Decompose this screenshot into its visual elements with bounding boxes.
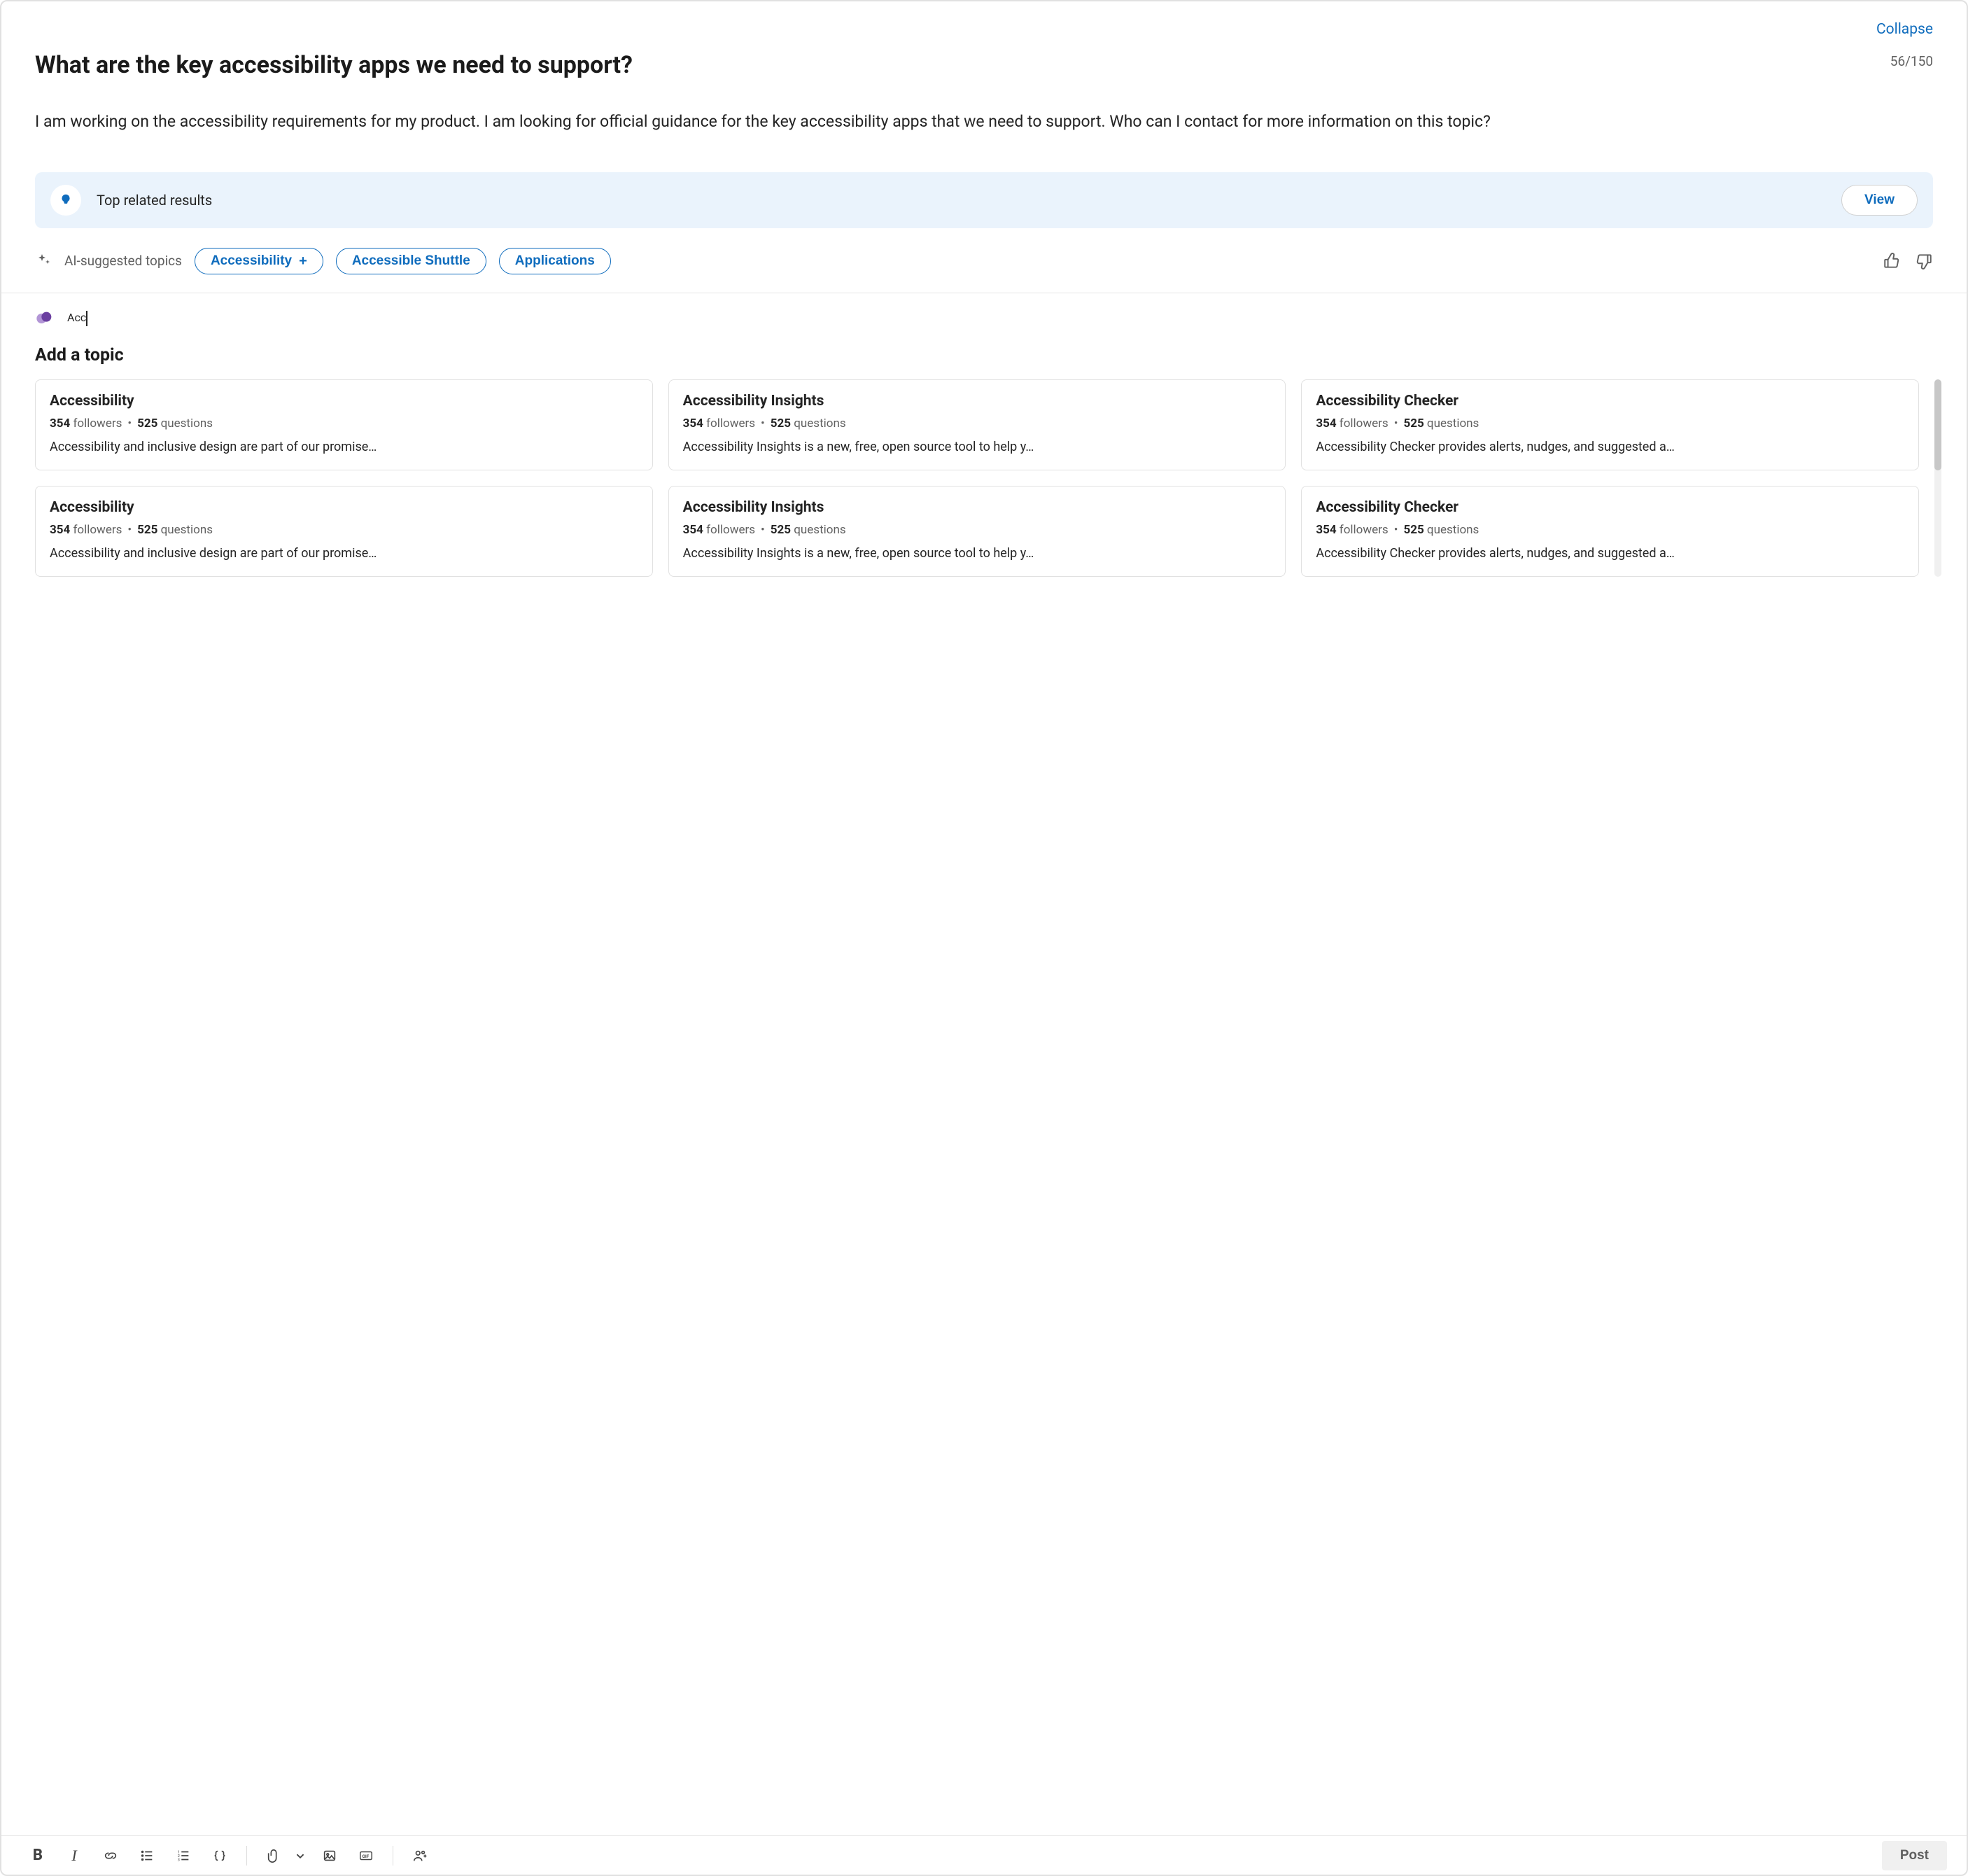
card-title: Accessibility Checker <box>1316 393 1904 410</box>
related-results-label: Top related results <box>97 192 1826 209</box>
card-title: Accessibility Checker <box>1316 499 1904 516</box>
bullet-list-button[interactable] <box>130 1842 164 1870</box>
topic-card[interactable]: Accessibility Checker 354 followers•525 q… <box>1301 486 1919 577</box>
thumbs-down-icon[interactable] <box>1915 252 1933 270</box>
chip-label: Accessible Shuttle <box>352 253 470 269</box>
svg-text:GIF: GIF <box>363 1853 370 1858</box>
mention-people-button[interactable] <box>403 1842 437 1870</box>
card-description: Accessibility Checker provides alerts, n… <box>1316 545 1904 562</box>
attach-button[interactable] <box>257 1842 290 1870</box>
char-counter: 56/150 <box>1869 50 1933 69</box>
related-results-bar: Top related results View <box>35 172 1933 228</box>
numbered-list-button[interactable]: 123 <box>167 1842 200 1870</box>
question-body[interactable]: I am working on the accessibility requir… <box>35 110 1933 133</box>
content-area: Collapse What are the key accessibility … <box>1 1 1967 1821</box>
code-block-button[interactable] <box>203 1842 237 1870</box>
italic-button[interactable]: I <box>57 1842 91 1870</box>
topic-card[interactable]: Accessibility Insights 354 followers•525 … <box>668 379 1286 470</box>
card-meta: 354 followers•525 questions <box>50 416 638 430</box>
ai-chip-accessibility[interactable]: Accessibility + <box>195 248 323 274</box>
topic-tag-icon <box>35 309 55 328</box>
question-title[interactable]: What are the key accessibility apps we n… <box>35 50 633 80</box>
toolbar-separator <box>246 1846 247 1865</box>
title-row: What are the key accessibility apps we n… <box>35 50 1933 80</box>
card-meta: 354 followers•525 questions <box>1316 523 1904 537</box>
topic-input-row: Acc <box>35 309 1933 328</box>
ai-suggested-label: AI-suggested topics <box>64 253 182 269</box>
card-title: Accessibility Insights <box>683 499 1272 516</box>
topic-card[interactable]: Accessibility Checker 354 followers•525 q… <box>1301 379 1919 470</box>
editor-toolbar: B I 123 GIF <box>1 1835 1967 1875</box>
topic-card[interactable]: Accessibility 354 followers•525 questions… <box>35 486 653 577</box>
card-description: Accessibility Insights is a new, free, o… <box>683 439 1272 456</box>
attach-dropdown[interactable] <box>290 1842 310 1870</box>
card-description: Accessibility Insights is a new, free, o… <box>683 545 1272 562</box>
sparkle-icon <box>35 253 52 270</box>
card-description: Accessibility and inclusive design are p… <box>50 439 638 456</box>
card-meta: 354 followers•525 questions <box>50 523 638 537</box>
card-title: Accessibility <box>50 393 638 410</box>
card-description: Accessibility and inclusive design are p… <box>50 545 638 562</box>
topic-card[interactable]: Accessibility 354 followers•525 questions… <box>35 379 653 470</box>
topic-cards-wrap: Accessibility 354 followers•525 questions… <box>35 379 1944 578</box>
card-title: Accessibility Insights <box>683 393 1272 410</box>
top-row: Collapse <box>35 21 1933 38</box>
chip-label: Applications <box>515 253 595 269</box>
ai-suggested-row: AI-suggested topics Accessibility + Acce… <box>35 248 1933 274</box>
feedback-thumbs <box>1883 252 1933 270</box>
image-button[interactable] <box>313 1842 346 1870</box>
scrollbar-thumb[interactable] <box>1934 379 1941 470</box>
link-button[interactable] <box>94 1842 127 1870</box>
svg-text:3: 3 <box>178 1858 180 1862</box>
bold-button[interactable]: B <box>21 1842 55 1870</box>
compose-window: Collapse What are the key accessibility … <box>0 0 1968 1876</box>
topic-card[interactable]: Accessibility Insights 354 followers•525 … <box>668 486 1286 577</box>
gif-button[interactable]: GIF <box>349 1842 383 1870</box>
ai-chip-accessible-shuttle[interactable]: Accessible Shuttle <box>336 248 486 274</box>
card-description: Accessibility Checker provides alerts, n… <box>1316 439 1904 456</box>
card-meta: 354 followers•525 questions <box>683 523 1272 537</box>
lightbulb-icon <box>50 185 81 216</box>
card-title: Accessibility <box>50 499 638 516</box>
plus-icon: + <box>299 254 307 268</box>
view-button[interactable]: View <box>1841 185 1918 216</box>
chip-label: Accessibility <box>211 253 292 269</box>
topic-cards-grid: Accessibility 354 followers•525 questions… <box>35 379 1919 578</box>
collapse-link[interactable]: Collapse <box>1876 21 1933 38</box>
card-meta: 354 followers•525 questions <box>683 416 1272 430</box>
add-topic-heading: Add a topic <box>35 345 1933 365</box>
post-button[interactable]: Post <box>1882 1841 1947 1870</box>
ai-chip-applications[interactable]: Applications <box>499 248 611 274</box>
scrollbar[interactable] <box>1934 379 1941 578</box>
card-meta: 354 followers•525 questions <box>1316 416 1904 430</box>
topic-input[interactable]: Acc <box>67 311 87 326</box>
thumbs-up-icon[interactable] <box>1883 252 1901 270</box>
